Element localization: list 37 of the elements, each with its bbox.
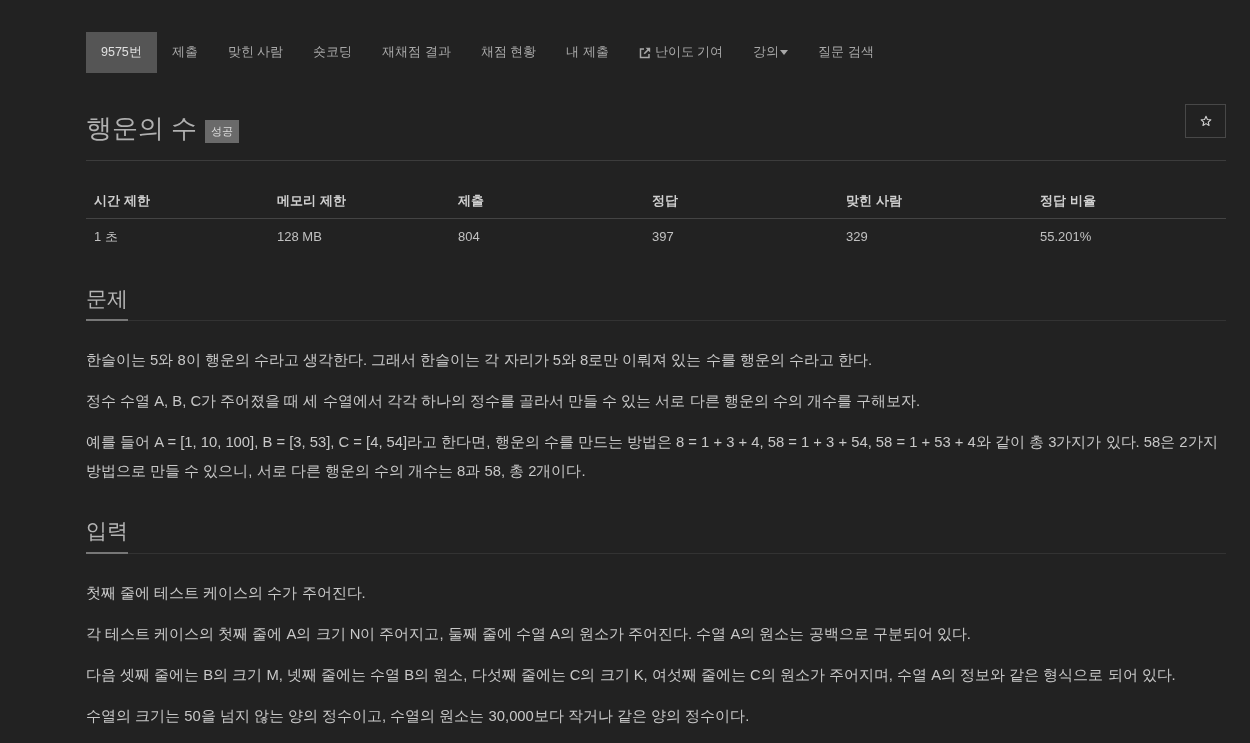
star-icon [1199,114,1212,127]
paragraph: 정수 수열 A, B, C가 주어졌을 때 세 수열에서 각각 하나의 정수를 골라서 만들 수 있는 서로 다른 행운의 수의 개수를 구해보자. [86,392,922,412]
paragraph: 수열의 크기는 50을 넘지 않는 양의 정수이고, 수열의 원소는 30,000보다 작거나 같은 양의 정수이다. [86,706,751,726]
paragraph: 각 테스트 케이스의 첫째 줄에 A의 크기 N이 주어지고, 둘째 줄에 수열 A의 원소가 주어진다. 수열 A의 원소는 공백으로 구분되어 있다. [86,624,972,644]
table-cell: 1 초 [86,218,269,255]
nav-tab[interactable]: 내 제출 [551,32,624,73]
section-heading: 문제 [86,286,128,322]
table-cell: 804 [450,218,644,255]
table-cell: 397 [644,218,838,255]
paragraph: 예를 들어 A = [1, 10, 100], B = [3, 53], C = [4, 54]라고 한다면, 행운의 수를 만드는 방법은 8 = 1 + 3 + 4, 58 = 1 + 3 + 54, 58 = 1 + 53 + 4와 같이 총 3가지가 있다. 58은 2가지 방법으로 만들 수 있으니, 서로 다른 행운의 수의 개수는 8과 58, 총 2개이다. [86,433,1219,482]
nav-tab[interactable]: 강의 [738,32,804,73]
column-header: 제출 [450,183,644,219]
paragraph: 첫째 줄에 테스트 케이스의 수가 주어진다. [86,583,367,603]
nav-tab[interactable]: 재채점 결과 [367,32,466,73]
nav-tab[interactable]: 질문 검색 [803,32,889,73]
caret-icon [780,50,789,55]
column-header: 메모리 제한 [269,183,450,219]
column-header: 정답 비율 [1032,183,1226,219]
external-link-icon [638,46,651,59]
nav-tab[interactable]: 제출 [156,32,213,73]
table-cell: 329 [838,218,1032,255]
table-cell: 55.201% [1032,218,1226,255]
section-heading: 입력 [86,518,128,554]
favorite-button[interactable] [1185,103,1226,138]
paragraph: 다음 셋째 줄에는 B의 크기 M, 넷째 줄에는 수열 B의 원소, 다섯째 줄에는 C의 크기 K, 여섯째 줄에는 C의 원소가 주어지며, 수열 A의 정보와 같은 형식으로 되어 있다. [86,665,1177,685]
problem-title: 행운의 수 [86,113,198,145]
nav-tab[interactable]: 9575번 [86,32,157,73]
column-header: 정답 [644,183,838,219]
table-cell: 128 MB [269,218,450,255]
paragraph: 한슬이는 5와 8이 행운의 수라고 생각한다. 그래서 한슬이는 각 자리가 5와 8로만 이뤄져 있는 수를 행운의 수라고 한다. [86,351,874,371]
nav-tab[interactable]: 난이도 기여 [623,32,739,73]
nav-tab[interactable]: 숏코딩 [298,32,368,73]
status-badge: 성공 [205,120,240,143]
column-header: 맞힌 사람 [838,183,1032,219]
column-header: 시간 제한 [86,183,269,219]
nav-tab[interactable]: 맞힌 사람 [212,32,299,73]
nav-tab[interactable]: 채점 현황 [465,32,552,73]
